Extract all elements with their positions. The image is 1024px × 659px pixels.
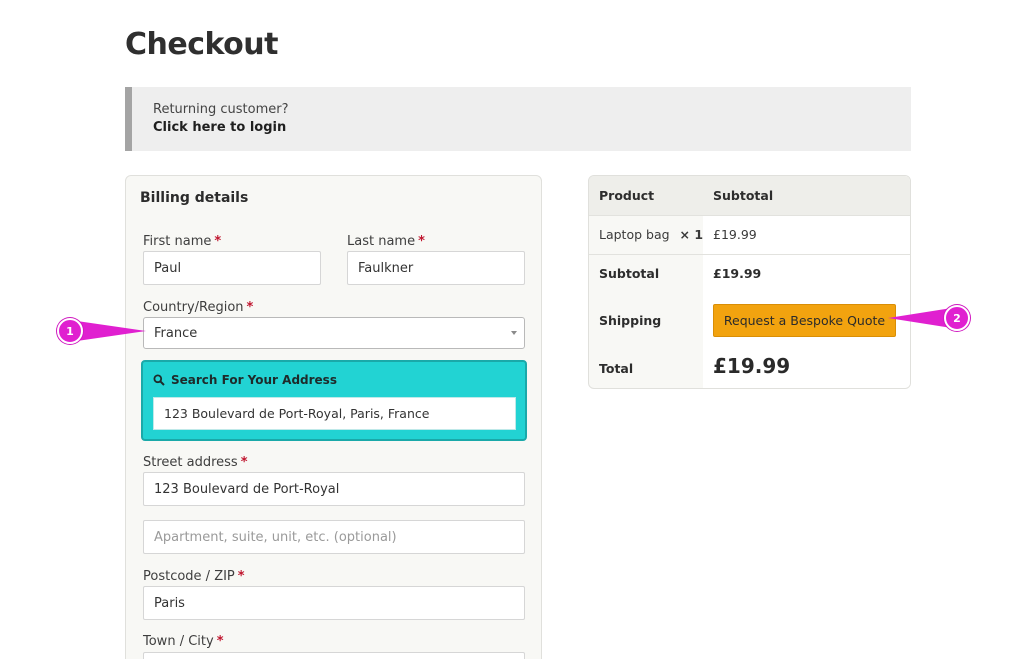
required-mark: * xyxy=(237,569,245,584)
apartment-field[interactable]: Apartment, suite, unit, etc. (optional) xyxy=(143,520,525,554)
total-label: Total xyxy=(599,361,634,376)
required-mark: * xyxy=(246,300,254,315)
required-mark: * xyxy=(214,234,222,249)
billing-details-title: Billing details xyxy=(140,190,249,206)
product-column-header: Product xyxy=(599,188,655,203)
subtotal-column-header: Subtotal xyxy=(713,188,774,203)
address-search-title: Search For Your Address xyxy=(171,373,337,387)
order-item-name: Laptop bag × 1 xyxy=(599,227,704,242)
postcode-field[interactable]: Paris xyxy=(143,586,525,620)
postcode-label: Postcode / ZIP * xyxy=(143,569,245,584)
required-mark: * xyxy=(418,234,425,249)
first-name-field[interactable]: Paul xyxy=(143,251,321,285)
address-search-input[interactable]: 123 Boulevard de Port-Royal, Paris, Fran… xyxy=(153,397,516,430)
total-value: £19.99 xyxy=(713,354,791,378)
order-item-quantity: × 1 xyxy=(679,227,704,242)
shipping-label: Shipping xyxy=(599,313,662,328)
first-name-label: First name * xyxy=(143,234,222,249)
annotation-marker-2: 2 xyxy=(944,305,970,331)
last-name-label: Last name * xyxy=(347,234,425,249)
country-select[interactable]: France xyxy=(143,317,525,349)
address-search-box: Search For Your Address 123 Boulevard de… xyxy=(141,360,527,441)
required-mark: * xyxy=(240,455,248,470)
returning-customer-text: Returning customer? xyxy=(153,102,289,117)
row-divider xyxy=(589,215,910,216)
annotation-marker-1: 1 xyxy=(57,318,83,344)
town-city-field[interactable] xyxy=(143,652,525,659)
order-item-price: £19.99 xyxy=(713,227,757,242)
login-link[interactable]: Click here to login xyxy=(153,119,911,137)
search-icon xyxy=(153,374,165,386)
billing-details-panel: Billing details First name * Paul Last na… xyxy=(125,175,542,659)
returning-customer-notice: Returning customer? Click here to login xyxy=(125,87,911,151)
page-title: Checkout xyxy=(125,27,278,62)
country-select-value: France xyxy=(154,325,198,341)
country-label: Country/Region * xyxy=(143,300,254,315)
chevron-down-icon xyxy=(511,331,517,335)
request-quote-button[interactable]: Request a Bespoke Quote xyxy=(713,304,896,337)
subtotal-label: Subtotal xyxy=(599,266,660,281)
required-mark: * xyxy=(216,634,224,649)
order-review-table: Product Subtotal Laptop bag × 1 £19.99 S… xyxy=(588,175,911,389)
street-address-field[interactable]: 123 Boulevard de Port-Royal xyxy=(143,472,525,506)
town-city-label: Town / City * xyxy=(143,634,224,649)
address-search-heading: Search For Your Address xyxy=(153,373,337,387)
last-name-field[interactable]: Faulkner xyxy=(347,251,525,285)
row-divider xyxy=(589,254,910,255)
subtotal-value: £19.99 xyxy=(713,266,762,281)
street-address-label: Street address * xyxy=(143,455,248,470)
